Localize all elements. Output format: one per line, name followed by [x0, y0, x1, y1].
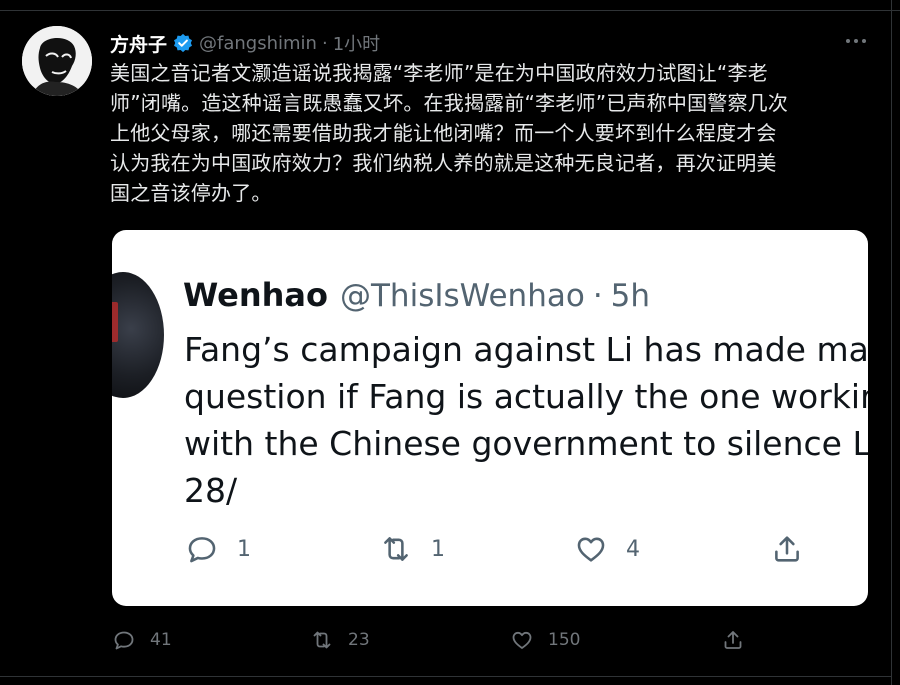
quoted-header-separator: ·	[592, 278, 603, 314]
quoted-like-button[interactable]: 4	[574, 532, 640, 566]
quoted-action-bar: 1 1 4	[112, 532, 868, 572]
retweet-icon	[384, 537, 408, 561]
quoted-retweet-button[interactable]: 1	[379, 532, 445, 566]
retweet-button[interactable]: 23	[310, 628, 370, 652]
reply-count: 41	[150, 630, 172, 650]
right-divider	[891, 0, 892, 685]
retweet-icon	[313, 631, 331, 649]
author-name[interactable]: 方舟子	[110, 30, 167, 57]
author-avatar[interactable]	[22, 26, 92, 96]
quoted-tweet-card[interactable]: Wenhao @ThisIsWenhao · 5h Fang’s campaig…	[112, 230, 868, 606]
quoted-tweet-text: Fang’s campaign against Li has made mar q…	[184, 326, 868, 514]
quoted-tweet-header: Wenhao @ThisIsWenhao · 5h	[183, 276, 650, 314]
reply-icon	[114, 631, 134, 650]
reply-icon	[188, 537, 216, 563]
author-handle[interactable]: @fangshimin	[199, 33, 317, 54]
quoted-tweet-time[interactable]: 5h	[611, 278, 650, 314]
like-count: 150	[548, 630, 581, 650]
share-icon	[775, 536, 799, 562]
tweet-text: 美国之音记者文灏造谣说我揭露“李老师”是在为中国政府效力试图让“李老 师”闭嘴。…	[110, 61, 789, 205]
retweet-count: 23	[348, 630, 370, 650]
quoted-like-count: 4	[626, 536, 640, 562]
quoted-text-line: question if Fang is actually the one wor…	[184, 377, 868, 416]
tweet-action-bar: 41 23 150	[0, 628, 900, 658]
reply-button[interactable]: 41	[112, 628, 172, 652]
heart-icon	[577, 537, 605, 562]
header-separator: ·	[321, 32, 328, 54]
quoted-share-button[interactable]	[770, 532, 804, 566]
tweet-time[interactable]: 1小时	[333, 30, 380, 56]
verified-badge-icon	[173, 33, 193, 53]
share-button[interactable]	[721, 628, 745, 652]
share-icon	[724, 631, 742, 649]
quoted-author-handle[interactable]: @ThisIsWenhao	[340, 278, 585, 314]
quoted-reply-count: 1	[237, 536, 251, 562]
bottom-divider	[0, 676, 891, 677]
like-button[interactable]: 150	[510, 628, 580, 652]
heart-icon	[512, 631, 532, 649]
quoted-text-line: 28/	[184, 471, 238, 510]
quoted-text-line: Fang’s campaign against Li has made mar	[184, 330, 868, 369]
quoted-retweet-count: 1	[431, 536, 445, 562]
more-icon[interactable]	[842, 31, 870, 51]
tweet-header: 方舟子 @fangshimin · 1小时	[110, 30, 380, 57]
quoted-reply-button[interactable]: 1	[185, 532, 251, 566]
quoted-author-name[interactable]: Wenhao	[183, 276, 328, 314]
quoted-text-line: with the Chinese government to silence L…	[184, 424, 868, 463]
quoted-author-avatar[interactable]	[112, 272, 164, 398]
top-divider	[0, 0, 900, 11]
